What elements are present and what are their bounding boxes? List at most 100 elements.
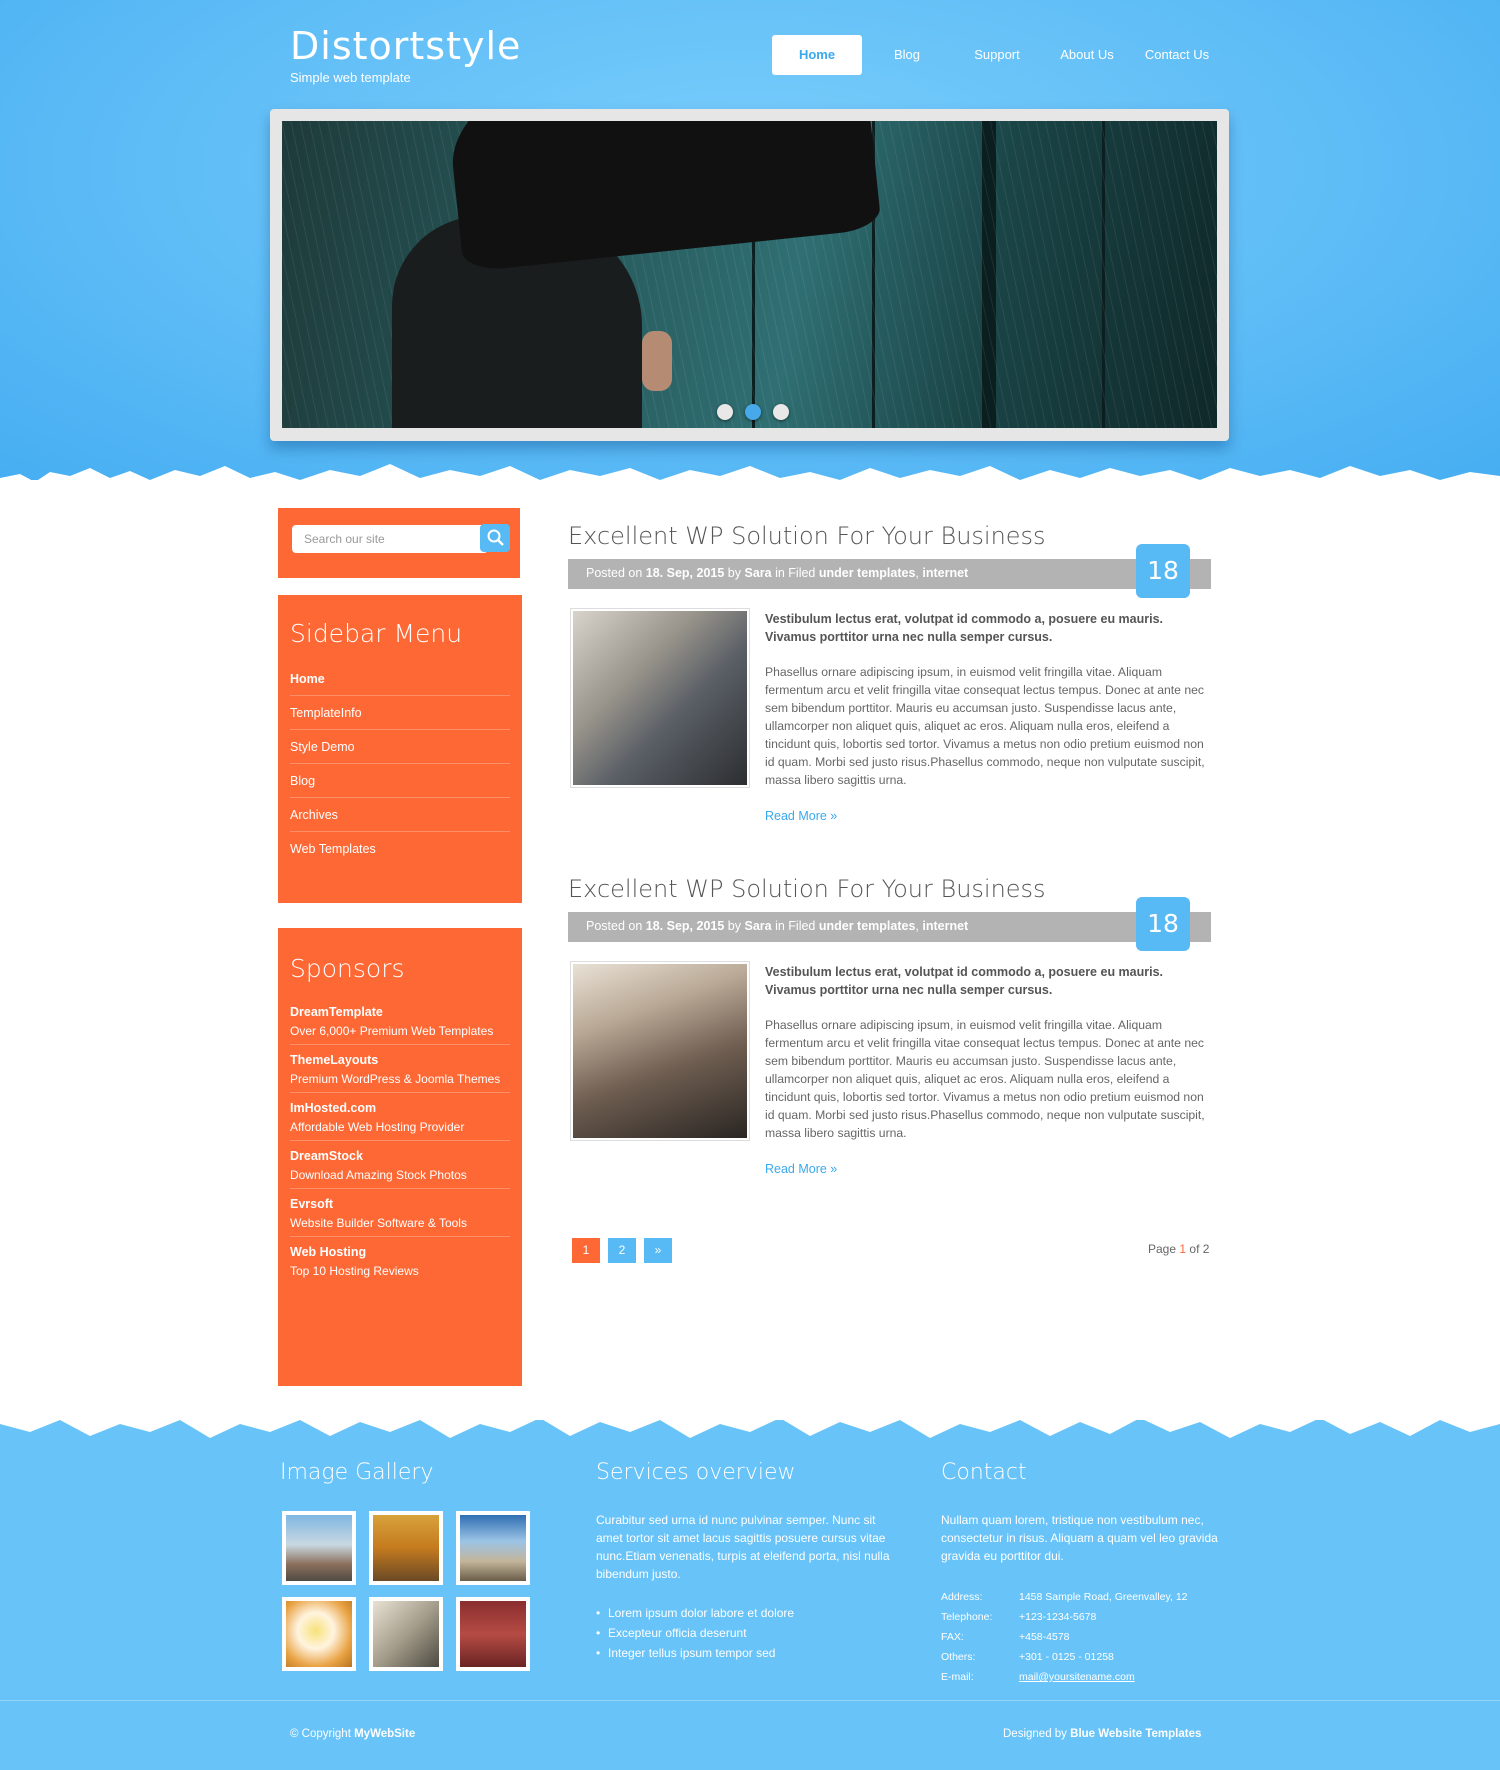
read-more-link[interactable]: Read More » — [765, 809, 837, 823]
nav-blog[interactable]: Blog — [862, 35, 952, 75]
sponsor-item[interactable]: ImHosted.com Affordable Web Hosting Prov… — [290, 1093, 510, 1141]
gallery-photo — [286, 1601, 352, 1667]
gallery-photo — [286, 1515, 352, 1581]
post-image[interactable] — [570, 608, 750, 788]
torn-edge-top — [0, 464, 1500, 496]
sponsor-desc: Over 6,000+ Premium Web Templates — [290, 1024, 494, 1038]
copyright-site-link[interactable]: MyWebSite — [354, 1728, 415, 1740]
services-list: Lorem ipsum dolor labore et dolore Excep… — [596, 1603, 896, 1663]
logo-subtitle: Simple web template — [290, 70, 411, 85]
sponsor-desc: Website Builder Software & Tools — [290, 1216, 467, 1230]
sidebar-item-templateinfo[interactable]: TemplateInfo — [290, 696, 510, 730]
gallery-title: Image Gallery — [280, 1460, 434, 1485]
gallery-thumb[interactable] — [369, 1597, 443, 1671]
meta-date: 18. Sep, 2015 — [645, 919, 725, 933]
designer-link[interactable]: Blue Website Templates — [1070, 1728, 1201, 1740]
contact-text: Nullam quam lorem, tristique non vestibu… — [941, 1513, 1218, 1563]
date-badge: 18 — [1136, 544, 1190, 598]
sponsor-item[interactable]: DreamTemplate Over 6,000+ Premium Web Te… — [290, 997, 510, 1045]
contact-details: Address: 1458 Sample Road, Greenvalley, … — [941, 1587, 1221, 1687]
sponsor-name[interactable]: DreamTemplate — [290, 1005, 510, 1019]
services-list-item[interactable]: Excepteur officia deserunt — [596, 1623, 896, 1643]
next-page-button[interactable]: » — [644, 1238, 672, 1263]
sponsor-desc: Affordable Web Hosting Provider — [290, 1120, 465, 1134]
sponsor-desc: Download Amazing Stock Photos — [290, 1168, 467, 1182]
meta-category[interactable]: under templates — [819, 919, 916, 933]
search-input[interactable]: Search our site — [292, 525, 488, 553]
page-1-button[interactable]: 1 — [572, 1238, 600, 1263]
post-title[interactable]: Excellent WP Solution For Your Business — [568, 522, 1211, 550]
meta-category[interactable]: under templates — [819, 566, 916, 580]
slider-dot-1[interactable] — [717, 404, 733, 420]
gallery-photo — [373, 1601, 439, 1667]
sponsor-name[interactable]: ImHosted.com — [290, 1101, 510, 1115]
meta-category[interactable]: internet — [922, 919, 968, 933]
sponsor-item[interactable]: ThemeLayouts Premium WordPress & Joomla … — [290, 1045, 510, 1093]
nav-contact-us[interactable]: Contact Us — [1132, 35, 1222, 75]
page-2-button[interactable]: 2 — [608, 1238, 636, 1263]
post-image-photo — [573, 964, 747, 1138]
sponsor-name[interactable]: DreamStock — [290, 1149, 510, 1163]
nav-support[interactable]: Support — [952, 35, 1042, 75]
footer-divider — [0, 1700, 1500, 1701]
blog-post: Excellent WP Solution For Your Business … — [568, 875, 1211, 1176]
blog-post: Excellent WP Solution For Your Business … — [568, 522, 1211, 823]
sidebar-item-style-demo[interactable]: Style Demo — [290, 730, 510, 764]
nav-home[interactable]: Home — [772, 35, 862, 75]
read-more-link[interactable]: Read More » — [765, 1162, 837, 1176]
post-lead: Vestibulum lectus erat, volutpat id comm… — [765, 612, 1164, 644]
sidebar-item-web-templates[interactable]: Web Templates — [290, 832, 510, 866]
post-meta: Posted on 18. Sep, 2015 by Sara in Filed… — [568, 559, 1211, 589]
designed-prefix: Designed by — [1003, 1728, 1067, 1740]
contact-row: FAX: +458-4578 — [941, 1627, 1221, 1647]
gallery-grid — [282, 1511, 530, 1671]
date-badge: 18 — [1136, 897, 1190, 951]
sponsor-name[interactable]: ThemeLayouts — [290, 1053, 510, 1067]
gallery-thumb[interactable] — [369, 1511, 443, 1585]
contact-value: +301 - 0125 - 01258 — [1019, 1651, 1114, 1663]
sponsor-item[interactable]: DreamStock Download Amazing Stock Photos — [290, 1141, 510, 1189]
sidebar-item-archives[interactable]: Archives — [290, 798, 510, 832]
sponsor-name[interactable]: Evrsoft — [290, 1197, 510, 1211]
post-title[interactable]: Excellent WP Solution For Your Business — [568, 875, 1211, 903]
gallery-thumb[interactable] — [282, 1511, 356, 1585]
slider-dot-2[interactable] — [745, 404, 761, 420]
email-link[interactable]: mail@yoursitename.com — [1019, 1667, 1135, 1687]
logo[interactable]: Distortstyle Simple web template — [290, 24, 521, 85]
sponsor-item[interactable]: Evrsoft Website Builder Software & Tools — [290, 1189, 510, 1237]
meta-author[interactable]: Sara — [744, 566, 771, 580]
slide-hand — [642, 331, 672, 391]
services-list-item[interactable]: Lorem ipsum dolor labore et dolore — [596, 1603, 896, 1623]
meta-by: by — [727, 566, 741, 580]
contact-row: Address: 1458 Sample Road, Greenvalley, … — [941, 1587, 1221, 1607]
gallery-thumb[interactable] — [456, 1511, 530, 1585]
post-image[interactable] — [570, 961, 750, 1141]
services-list-item[interactable]: Integer tellus ipsum tempor sed — [596, 1643, 896, 1663]
gallery-thumb[interactable] — [456, 1597, 530, 1671]
torn-edge-bottom — [0, 1398, 1500, 1438]
meta-category[interactable]: internet — [922, 566, 968, 580]
copyright-prefix: © Copyright — [290, 1728, 351, 1740]
services-title: Services overview — [596, 1460, 796, 1485]
slider-dots — [717, 404, 789, 420]
footer-services: Services overview Curabitur sed urna id … — [596, 1460, 896, 1663]
sidebar-menu: Sidebar Menu Home TemplateInfo Style Dem… — [278, 595, 522, 903]
meta-author[interactable]: Sara — [744, 919, 771, 933]
sponsor-item[interactable]: Web Hosting Top 10 Hosting Reviews — [290, 1237, 510, 1284]
sponsor-name[interactable]: Web Hosting — [290, 1245, 510, 1259]
logo-title: Distortstyle — [290, 24, 522, 68]
slider-dot-3[interactable] — [773, 404, 789, 420]
sidebar-item-home[interactable]: Home — [290, 662, 510, 696]
search-button[interactable] — [480, 524, 510, 552]
gallery-photo — [460, 1515, 526, 1581]
slide-image — [282, 121, 1217, 428]
gallery-photo — [373, 1515, 439, 1581]
contact-label: E-mail: — [941, 1671, 974, 1683]
gallery-thumb[interactable] — [282, 1597, 356, 1671]
contact-label: Telephone: — [941, 1611, 993, 1623]
post-text: Vestibulum lectus erat, volutpat id comm… — [765, 610, 1211, 825]
nav-about-us[interactable]: About Us — [1042, 35, 1132, 75]
post-meta: Posted on 18. Sep, 2015 by Sara in Filed… — [568, 912, 1211, 942]
sidebar-item-blog[interactable]: Blog — [290, 764, 510, 798]
image-slider — [270, 109, 1229, 441]
